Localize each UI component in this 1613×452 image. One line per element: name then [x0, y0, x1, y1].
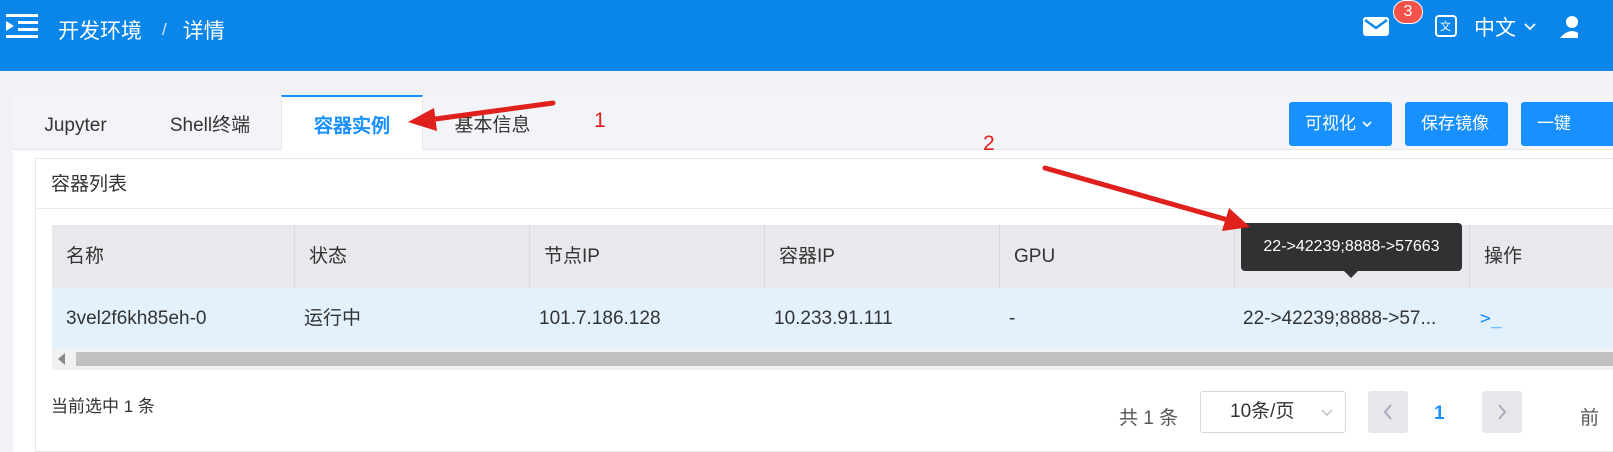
terminal-icon[interactable]: >_	[1480, 308, 1502, 329]
tab-basic-info[interactable]: 基本信息	[439, 95, 546, 150]
cell-node-ip: 101.7.186.128	[539, 308, 661, 329]
page-size-value: 10条/页	[1230, 401, 1295, 422]
chevron-down-icon	[1524, 23, 1536, 31]
total-count: 共 1 条	[1119, 408, 1179, 429]
cell-gpu: -	[1009, 308, 1016, 329]
visualize-button[interactable]: 可视化	[1289, 102, 1392, 146]
column-header-actions: 操作	[1484, 246, 1523, 267]
horizontal-scrollbar[interactable]	[52, 348, 1613, 370]
cell-ports[interactable]: 22->42239;8888->57...	[1229, 288, 1461, 349]
column-header-node-ip[interactable]: 节点IP	[530, 225, 765, 288]
chevron-down-icon	[1362, 121, 1372, 128]
translate-icon[interactable]: 文	[1434, 14, 1458, 38]
tooltip-arrow	[1343, 270, 1359, 278]
tabs-bar: Jupyter Shell终端 容器实例 基本信息 可视化 保存镜像 一键	[13, 95, 1613, 151]
notification-badge: 3	[1393, 0, 1423, 24]
top-header: 开发环境 / 详情 3 文 中文	[0, 0, 1613, 71]
panel-title: 容器列表	[36, 159, 1613, 209]
goto-page-label: 前	[1580, 408, 1600, 429]
chevron-left-icon	[1383, 404, 1392, 420]
one-click-label: 一键	[1537, 114, 1571, 133]
breadcrumb: 开发环境 / 详情	[58, 15, 225, 45]
mail-icon[interactable]	[1362, 14, 1390, 38]
prev-page-button[interactable]	[1368, 391, 1408, 433]
page-size-select[interactable]: 10条/页	[1200, 391, 1346, 433]
current-page[interactable]: 1	[1434, 403, 1445, 425]
svg-text:文: 文	[1440, 19, 1451, 33]
column-header-gpu[interactable]: GPU	[1000, 225, 1235, 288]
save-image-label: 保存镜像	[1421, 114, 1489, 133]
container-list-panel: 容器列表 名称 状态 节点IP 容器IP GPU 操作 3vel2f6kh85e…	[35, 158, 1613, 452]
cell-container-ip: 10.233.91.111	[774, 308, 893, 329]
menu-icon[interactable]	[6, 14, 38, 38]
breadcrumb-separator: /	[162, 20, 167, 39]
tab-shell[interactable]: Shell终端	[155, 95, 265, 150]
tab-containers[interactable]: 容器实例	[281, 95, 423, 151]
column-header-status[interactable]: 状态	[295, 225, 530, 288]
chevron-down-icon	[1321, 409, 1333, 416]
breadcrumb-item-detail: 详情	[182, 20, 225, 43]
column-header-container-ip[interactable]: 容器IP	[765, 225, 1000, 288]
breadcrumb-item-env[interactable]: 开发环境	[58, 15, 142, 45]
language-switcher[interactable]: 中文	[1474, 12, 1536, 42]
ports-tooltip: 22->42239;8888->57663	[1241, 223, 1462, 271]
visualize-label: 可视化	[1305, 114, 1356, 133]
language-label: 中文	[1474, 17, 1516, 40]
next-page-button[interactable]	[1482, 391, 1522, 433]
annotation-label-2: 2	[983, 132, 995, 155]
scroll-left-icon[interactable]	[58, 353, 65, 365]
column-header-name[interactable]: 名称	[52, 225, 295, 288]
cell-status: 运行中	[304, 308, 362, 329]
save-image-button[interactable]: 保存镜像	[1405, 102, 1508, 146]
scrollbar-thumb[interactable]	[76, 352, 1613, 366]
cell-name: 3vel2f6kh85eh-0	[66, 308, 207, 329]
one-click-button[interactable]: 一键	[1521, 102, 1613, 146]
user-icon[interactable]	[1560, 14, 1578, 38]
annotation-label-1: 1	[594, 109, 606, 132]
cell-actions: >_	[1466, 288, 1613, 349]
detail-card: Jupyter Shell终端 容器实例 基本信息 可视化 保存镜像 一键 容器…	[13, 95, 1613, 452]
selection-count: 当前选中 1 条	[51, 397, 155, 416]
tab-jupyter[interactable]: Jupyter	[13, 95, 138, 150]
table-row[interactable]: 3vel2f6kh85eh-0 运行中 101.7.186.128 10.233…	[52, 288, 1613, 349]
chevron-right-icon	[1498, 404, 1507, 420]
